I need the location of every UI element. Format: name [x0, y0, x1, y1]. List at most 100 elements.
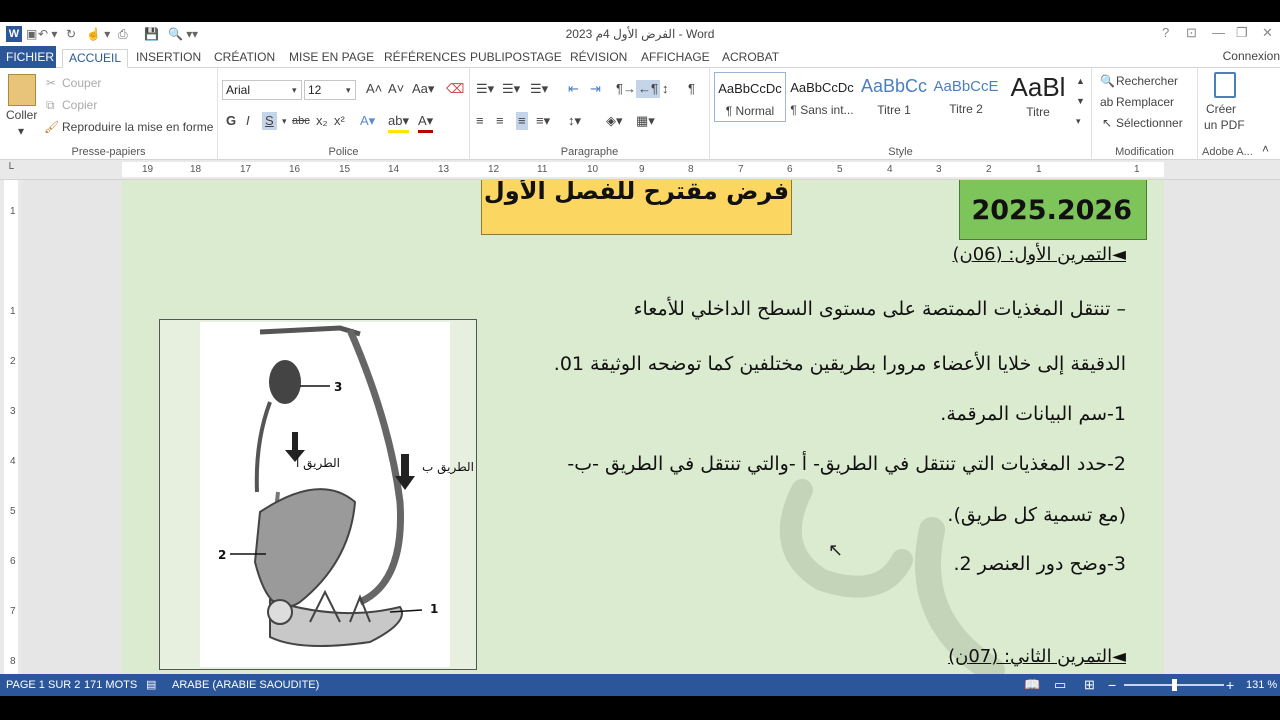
font-name-select[interactable]: Arial [222, 80, 302, 100]
document-figure[interactable]: 3 2 1 الطريق أ الطريق ب [159, 319, 477, 670]
font-size-dropdown-icon[interactable]: ▾ [346, 81, 351, 99]
create-pdf-icon[interactable] [1214, 72, 1236, 98]
tab-creation[interactable]: CRÉATION [208, 49, 281, 68]
document-area[interactable]: فرض مقترح للفصل الأول 2025.2026 ◄التمرين… [22, 180, 1280, 674]
bold-icon[interactable]: G [226, 112, 236, 130]
justify-icon[interactable]: ≡▾ [536, 112, 550, 130]
change-case-icon[interactable]: Aa▾ [412, 80, 434, 98]
sign-in-link[interactable]: Connexion [1223, 49, 1280, 63]
ribbon-display-icon[interactable]: ⊡ [1186, 25, 1197, 41]
zoom-slider-thumb[interactable] [1172, 679, 1177, 691]
word-count[interactable]: 171 MOTS [84, 674, 137, 696]
print-preview-icon[interactable]: ⎙ [118, 26, 128, 42]
sort-icon[interactable]: ↕ [662, 80, 669, 98]
tab-accueil[interactable]: ACCUEIL [62, 49, 129, 68]
shading-icon[interactable]: ◈▾ [606, 112, 623, 130]
underline-icon[interactable]: S [262, 112, 277, 130]
cut-button[interactable]: Couper [62, 76, 101, 90]
tab-affichage[interactable]: AFFICHAGE [635, 49, 716, 68]
tab-file[interactable]: FICHIER [0, 46, 56, 68]
web-layout-icon[interactable]: ⊞ [1084, 674, 1095, 696]
print-layout-icon[interactable]: ▭ [1054, 674, 1066, 696]
rtl-icon[interactable]: ←¶ [636, 80, 660, 98]
align-left-icon[interactable]: ≡ [476, 112, 484, 130]
customize-qat-icon[interactable]: ▾ [192, 26, 198, 42]
tab-publipostage[interactable]: PUBLIPOSTAGE [464, 49, 568, 68]
style-no-spacing[interactable]: AaBbCcDc ¶ Sans int... [786, 72, 858, 122]
tab-acrobat[interactable]: ACROBAT [716, 49, 785, 68]
bullets-icon[interactable]: ☰▾ [476, 80, 494, 98]
restore-button[interactable]: ❐ [1236, 25, 1248, 41]
undo-icon[interactable]: ↶ ▾ [38, 26, 57, 42]
style-name: Titre 2 [949, 102, 983, 116]
multilevel-list-icon[interactable]: ☰▾ [530, 80, 548, 98]
tab-mise-en-page[interactable]: MISE EN PAGE [283, 49, 380, 68]
style-title[interactable]: AaBl Titre [1002, 72, 1074, 122]
highlight-icon[interactable]: ab▾ [388, 112, 409, 133]
decrease-indent-icon[interactable]: ⇤ [568, 80, 579, 98]
save-file-icon[interactable]: 💾 [144, 26, 159, 42]
preview-icon[interactable]: 🔍 ▾ [168, 26, 192, 42]
horizontal-ruler[interactable]: └ 19 18 17 16 15 14 13 12 11 10 9 8 7 6 … [0, 160, 1280, 180]
page-count[interactable]: PAGE 1 SUR 2 [6, 674, 80, 696]
ruler-tick: 14 [388, 164, 400, 175]
increase-indent-icon[interactable]: ⇥ [590, 80, 601, 98]
styles-more-icon[interactable]: ▾ [1076, 112, 1081, 130]
styles-scroll-up-icon[interactable]: ▲ [1076, 72, 1085, 90]
language-indicator[interactable]: ARABE (ARABIE SAOUDITE) [172, 674, 319, 696]
zoom-level[interactable]: 131 % [1246, 674, 1277, 696]
align-center-icon[interactable]: ≡ [496, 112, 504, 130]
replace-button[interactable]: Remplacer [1116, 95, 1174, 109]
font-name-dropdown-icon[interactable]: ▾ [292, 81, 297, 99]
select-button[interactable]: Sélectionner [1116, 116, 1183, 130]
tab-selector-icon[interactable]: └ [6, 163, 14, 175]
clear-format-icon[interactable]: ⌫ [446, 80, 464, 98]
help-icon[interactable]: ? [1162, 25, 1169, 40]
line-spacing-icon[interactable]: ↕▾ [568, 112, 581, 130]
tab-references[interactable]: RÉFÉRENCES [378, 49, 472, 68]
paste-dropdown-icon[interactable]: ▾ [18, 124, 24, 138]
font-color-icon[interactable]: A▾ [418, 112, 434, 133]
style-heading-2[interactable]: AaBbCcE Titre 2 [930, 72, 1002, 122]
minimize-button[interactable]: — [1212, 25, 1225, 40]
touch-mode-icon[interactable]: ☝ ▾ [86, 26, 110, 42]
grow-font-icon[interactable]: A˄ [366, 80, 382, 98]
zoom-out-button[interactable]: − [1108, 674, 1116, 696]
create-pdf-button-line2[interactable]: un PDF [1204, 118, 1245, 132]
zoom-in-button[interactable]: + [1226, 674, 1234, 696]
format-painter-button[interactable]: Reproduire la mise en forme [62, 120, 213, 134]
create-pdf-button[interactable]: Créer [1206, 102, 1236, 116]
ruler-tick: 3 [936, 164, 942, 175]
show-marks-icon[interactable]: ¶ [688, 80, 695, 98]
borders-icon[interactable]: ▦▾ [636, 112, 655, 130]
close-button[interactable]: ✕ [1262, 25, 1273, 41]
copy-button[interactable]: Copier [62, 98, 97, 112]
italic-icon[interactable]: I [246, 112, 250, 130]
redo-icon[interactable]: ↻ [66, 26, 76, 42]
align-right-icon[interactable]: ≡ [516, 112, 528, 130]
style-heading-1[interactable]: AaBbCc Titre 1 [858, 72, 930, 122]
document-page[interactable]: فرض مقترح للفصل الأول 2025.2026 ◄التمرين… [122, 180, 1164, 674]
subscript-icon[interactable]: x₂ [316, 112, 328, 130]
underline-dropdown-icon[interactable]: ▾ [282, 112, 287, 130]
shrink-font-icon[interactable]: A˅ [388, 80, 404, 98]
read-mode-icon[interactable]: 📖 [1024, 674, 1040, 696]
find-button[interactable]: Rechercher [1116, 74, 1178, 88]
exercise-line-2: الدقيقة إلى خلايا الأعضاء مرورا بطريقين … [553, 353, 1126, 375]
superscript-icon[interactable]: x² [334, 112, 345, 130]
proofing-icon[interactable]: ▤ [146, 674, 156, 696]
collapse-ribbon-icon[interactable]: ˄ [1262, 142, 1269, 156]
style-normal[interactable]: AaBbCcDc ¶ Normal [714, 72, 786, 122]
ruler-tick: 1 [1036, 164, 1042, 175]
numbering-icon[interactable]: ☰▾ [502, 80, 520, 98]
save-icon[interactable]: ▣ [26, 26, 37, 42]
text-effects-icon[interactable]: A▾ [360, 112, 375, 130]
vertical-ruler[interactable]: 1 1 2 3 4 5 6 7 8 [0, 180, 22, 674]
ltr-icon[interactable]: ¶→ [616, 80, 636, 98]
paste-button[interactable]: Coller [6, 108, 37, 122]
tab-insertion[interactable]: INSERTION [130, 49, 207, 68]
tab-revision[interactable]: RÉVISION [564, 49, 633, 68]
paste-icon[interactable] [8, 74, 36, 106]
styles-scroll-down-icon[interactable]: ▼ [1076, 92, 1085, 110]
strikethrough-icon[interactable]: abc [292, 112, 310, 130]
